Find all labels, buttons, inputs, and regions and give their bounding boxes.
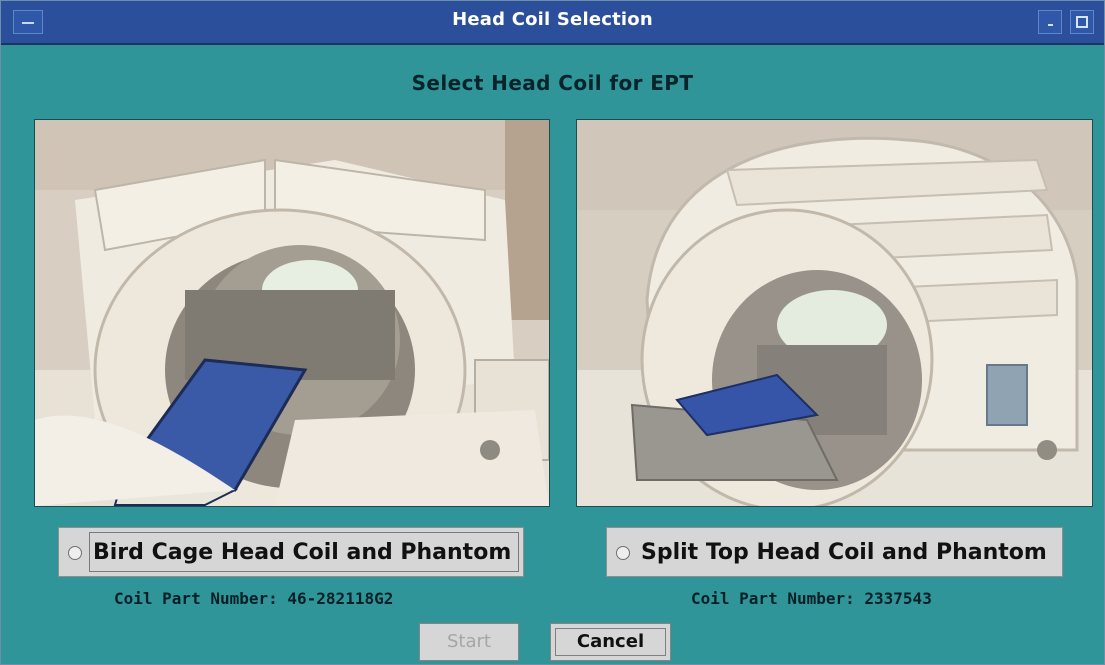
split-top-option-label: Split Top Head Coil and Phantom: [641, 540, 1047, 565]
page-title: Select Head Coil for EPT: [411, 71, 694, 95]
bird-cage-coil-image: [34, 119, 550, 507]
radio-button-icon[interactable]: [68, 546, 82, 560]
maximize-icon[interactable]: [1070, 10, 1094, 34]
cancel-button[interactable]: Cancel: [550, 623, 671, 661]
title-bar[interactable]: Head Coil Selection: [1, 1, 1104, 45]
bird-cage-part-number: Coil Part Number: 46-282118G2: [114, 589, 394, 608]
split-top-option[interactable]: Split Top Head Coil and Phantom: [606, 527, 1063, 577]
bird-cage-option-label: Bird Cage Head Coil and Phantom: [93, 540, 512, 565]
start-button[interactable]: Start: [419, 623, 519, 661]
split-top-part-number: Coil Part Number: 2337543: [691, 589, 932, 608]
minimize-icon[interactable]: [1038, 10, 1062, 34]
window-title: Head Coil Selection: [452, 9, 653, 30]
radio-button-icon[interactable]: [616, 546, 630, 560]
split-top-coil-image: [576, 119, 1093, 507]
head-coil-selection-window: Head Coil Selection Select Head Coil for…: [0, 0, 1105, 665]
bird-cage-option[interactable]: Bird Cage Head Coil and Phantom: [58, 527, 524, 577]
